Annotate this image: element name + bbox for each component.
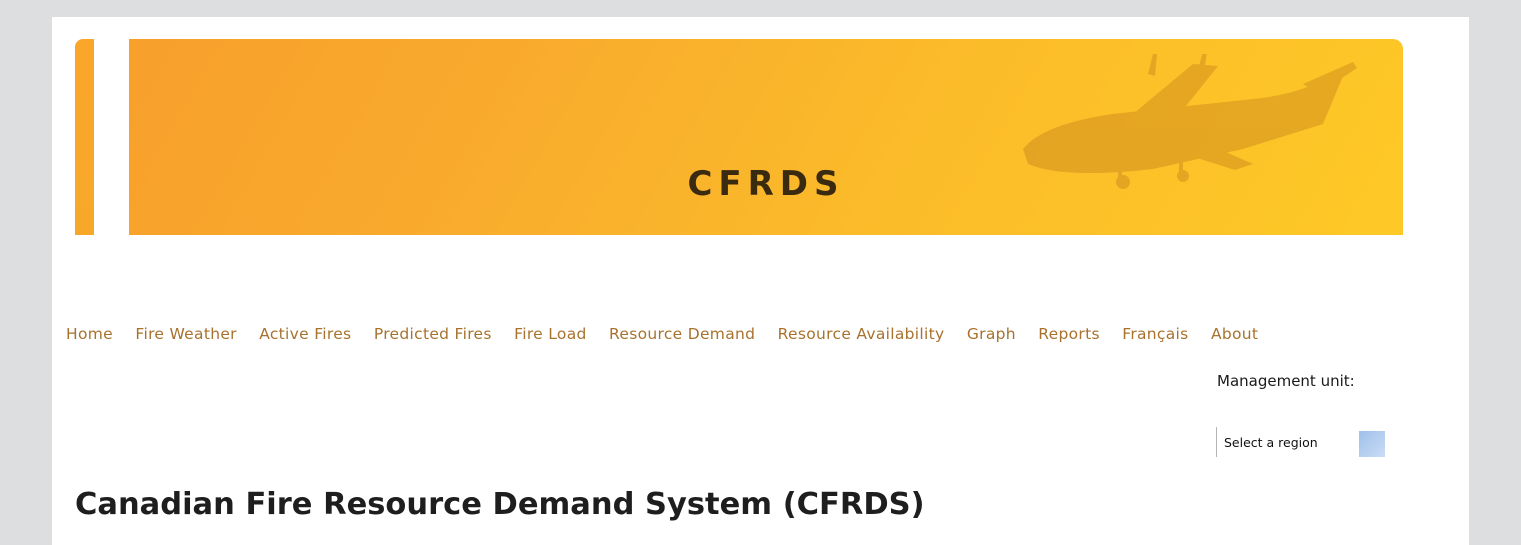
nav-francais[interactable]: Français — [1122, 325, 1188, 343]
nav-home[interactable]: Home — [66, 325, 113, 343]
region-select-value: Select a region — [1224, 434, 1318, 450]
nav-reports[interactable]: Reports — [1038, 325, 1100, 343]
page-title: Canadian Fire Resource Demand System (CF… — [75, 487, 925, 522]
nav-active-fires[interactable]: Active Fires — [259, 325, 351, 343]
nav-fire-weather[interactable]: Fire Weather — [135, 325, 236, 343]
management-unit-label: Management unit: — [1217, 372, 1355, 390]
nav-about[interactable]: About — [1211, 325, 1258, 343]
header-banner: CFRDS — [129, 39, 1403, 235]
banner-title: CFRDS — [687, 164, 845, 204]
page-container: CFRDS Home Fire Weather Active Fires Pre… — [52, 17, 1469, 545]
nav-fire-load[interactable]: Fire Load — [514, 325, 586, 343]
nav-predicted-fires[interactable]: Predicted Fires — [374, 325, 492, 343]
main-nav: Home Fire Weather Active Fires Predicted… — [66, 325, 1281, 343]
banner-left-strip — [75, 39, 94, 235]
region-select[interactable]: Select a region — [1216, 427, 1385, 457]
nav-resource-availability[interactable]: Resource Availability — [778, 325, 945, 343]
nav-resource-demand[interactable]: Resource Demand — [609, 325, 755, 343]
nav-graph[interactable]: Graph — [967, 325, 1016, 343]
region-dropdown-button[interactable] — [1359, 431, 1385, 457]
